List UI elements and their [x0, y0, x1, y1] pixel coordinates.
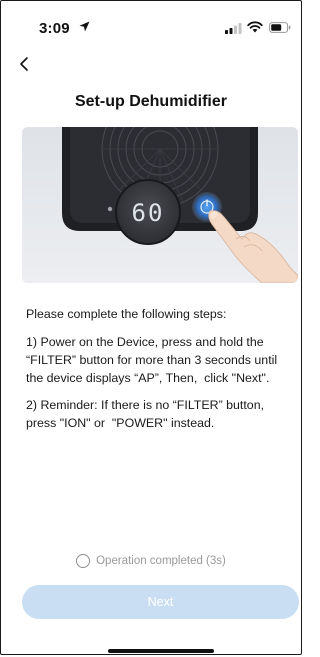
wifi-icon [247, 21, 263, 33]
operation-completed-checkbox[interactable]: Operation completed (3s) [1, 554, 301, 568]
instructions-intro: Please complete the following steps: [26, 307, 227, 321]
operation-completed-label: Operation completed (3s) [96, 555, 226, 567]
display-reading: 60 [132, 199, 165, 227]
instructions: Please complete the following steps: 1) … [26, 305, 292, 441]
status-time: 3:09 [39, 20, 70, 37]
device-illustration: 60 [22, 127, 298, 283]
instruction-step-2: 2) Reminder: If there is no “FILTER” but… [26, 398, 265, 430]
next-button[interactable]: Next [22, 585, 299, 619]
phone-screen: 3:09 Set-up Dehumidifier 60 Please compl… [0, 0, 302, 655]
location-arrow-icon [79, 21, 90, 32]
dehumidifier-illustration: 60 [22, 127, 298, 283]
home-indicator [108, 649, 214, 653]
radio-circle-icon[interactable] [76, 554, 91, 568]
page-title: Set-up Dehumidifier [74, 93, 227, 110]
status-bar: 3:09 [1, 1, 301, 49]
instruction-step-1: 1) Power on the Device, press and hold t… [26, 335, 278, 385]
back-chevron-icon[interactable] [17, 55, 33, 73]
battery-icon [269, 22, 291, 33]
cellular-signal-icon [225, 23, 242, 34]
